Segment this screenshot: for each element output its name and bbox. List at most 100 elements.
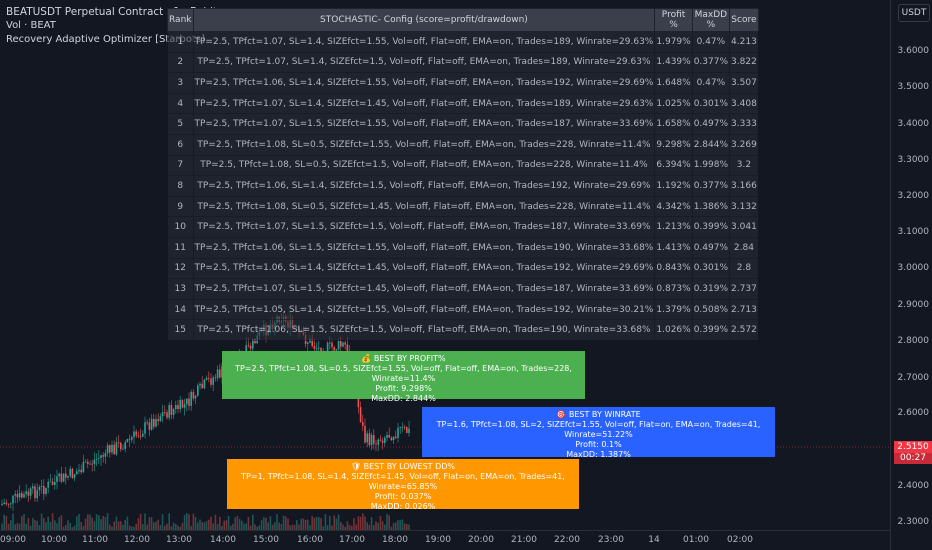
- table-cell: 15: [167, 319, 194, 341]
- volume-bar: [386, 513, 388, 530]
- table-cell: 9.298%: [654, 133, 693, 156]
- volume-bar: [126, 516, 129, 530]
- volume-bar: [227, 515, 230, 530]
- time-axis[interactable]: 09:00 10:00 11:00 12:00 13:00 14:00 15:00 16:00…: [0, 530, 890, 550]
- candle-body: [318, 347, 320, 349]
- table-cell: 8: [167, 175, 194, 197]
- price-axis[interactable]: 3.6000 3.5000 3.4000 3.3000 3.2000 3.1000 3.00…: [890, 0, 932, 550]
- table-row: 13 TP=2.5, TPfct=1.07, SL=1.5, SIZEfct=1.…: [167, 278, 759, 300]
- volume-bar: [357, 516, 360, 530]
- candle-body: [315, 348, 318, 350]
- volume-bar: [274, 522, 276, 530]
- table-cell: 0.301%: [691, 257, 731, 280]
- currency-button[interactable]: USDT: [898, 4, 930, 22]
- table-cell: 0.873%: [654, 278, 693, 300]
- table-cell: 2.84: [729, 236, 759, 259]
- table-cell: TP=2.5, TPfct=1.07, SL=1.5, SIZEfct=1.5,…: [192, 216, 656, 238]
- table-cell: 12: [167, 257, 194, 280]
- volume-bar: [333, 515, 335, 530]
- candle-body: [192, 392, 195, 399]
- table-cell: 1.213%: [654, 216, 693, 238]
- candle-body: [93, 459, 96, 465]
- candle-body: [3, 502, 5, 505]
- candle-body: [307, 342, 309, 344]
- candle-body: [58, 473, 60, 477]
- candle-body: [40, 485, 43, 487]
- candle-body: [329, 342, 331, 344]
- price-axis-label: 2.3000: [897, 517, 930, 527]
- table-cell: 0.47%: [691, 72, 731, 94]
- candle-body: [370, 434, 373, 446]
- candle-body: [80, 469, 82, 473]
- best-by-winrate-box: 🎯 BEST BY WINRATE TP=1.6, TPfct=1.08, SL…: [422, 407, 775, 459]
- candle-body: [375, 443, 377, 445]
- candle-body: [56, 476, 58, 482]
- table-row: 9 TP=2.5, TPfct=1.08, SL=0.5, SIZEfct=1.4…: [167, 195, 759, 218]
- time-axis-label: 20:00: [468, 535, 494, 545]
- volume-bar: [205, 521, 208, 530]
- volume-bar: [236, 515, 239, 530]
- table-row: 15 TP=2.5, TPfct=1.06, SL=1.5, SIZEfct=1.…: [167, 319, 759, 341]
- volume-bar: [16, 523, 19, 530]
- volume-bar: [23, 514, 25, 530]
- candle-body: [142, 433, 144, 437]
- volume-bar: [381, 521, 384, 530]
- candle-body: [183, 404, 186, 408]
- table-cell: 6: [167, 133, 194, 156]
- money-bag-icon: 💰: [361, 354, 372, 363]
- volume-bar: [150, 517, 153, 530]
- price-axis-label: 3.2000: [897, 191, 930, 201]
- countdown-label: 00:27: [894, 453, 932, 464]
- table-cell: 1.026%: [654, 319, 693, 341]
- volume-bar: [188, 514, 190, 530]
- volume-bar: [225, 520, 228, 530]
- table-cell: 3.132: [729, 195, 759, 218]
- candle-body: [186, 398, 188, 405]
- time-axis-label: 23:00: [598, 535, 624, 545]
- best-lowdd-profit: Profit: 0.037%: [374, 492, 432, 501]
- candle-body: [126, 438, 129, 443]
- volume-bar: [311, 515, 313, 530]
- candle-body: [153, 418, 155, 427]
- volume-bar: [172, 522, 175, 530]
- volume-bar: [340, 522, 342, 530]
- price-axis-label: 2.9000: [897, 300, 930, 310]
- volume-legend[interactable]: Vol · BEAT: [6, 20, 56, 31]
- candle-body: [175, 405, 177, 410]
- chart-container[interactable]: BEATUSDT Perpetual Contract · 1 · Bybit …: [0, 0, 932, 550]
- candle-body: [331, 342, 333, 348]
- volume-bar: [84, 518, 87, 530]
- volume-bar: [359, 516, 362, 530]
- candle-body: [399, 426, 401, 428]
- candle-body: [208, 377, 210, 379]
- volume-bar: [329, 515, 331, 530]
- candle-body: [205, 377, 208, 380]
- volume-bar: [137, 518, 140, 530]
- current-price-label: 2.5150: [894, 441, 932, 453]
- candle-body: [203, 379, 206, 389]
- volume-bar: [313, 517, 316, 530]
- volume-bar: [214, 514, 217, 530]
- optimizer-results-table: Rank STOCHASTIC- Config (score=profit/dra…: [167, 8, 759, 341]
- candle-body: [164, 412, 166, 414]
- volume-bar: [78, 513, 80, 530]
- candle-body: [408, 428, 410, 434]
- volume-bar: [87, 514, 89, 530]
- volume-bar: [397, 520, 399, 530]
- candle-body: [36, 490, 38, 499]
- candle-body: [137, 435, 140, 437]
- table-cell: 4.342%: [654, 195, 693, 218]
- table-cell: TP=2.5, TPfct=1.07, SL=1.4, SIZEfct=1.5,…: [192, 51, 656, 74]
- candle-body: [5, 502, 8, 504]
- volume-bar: [153, 522, 155, 530]
- table-cell: 0.301%: [691, 92, 731, 115]
- volume-bar: [148, 517, 151, 530]
- candle-body: [249, 345, 252, 349]
- candle-body: [194, 395, 197, 399]
- candle-body: [366, 433, 368, 443]
- volume-bar: [197, 522, 199, 530]
- candle-body: [100, 455, 102, 459]
- time-axis-label: 14:00: [210, 535, 236, 545]
- table-cell: 9: [167, 195, 194, 218]
- table-cell: TP=2.5, TPfct=1.06, SL=1.4, SIZEfct=1.45…: [192, 257, 656, 280]
